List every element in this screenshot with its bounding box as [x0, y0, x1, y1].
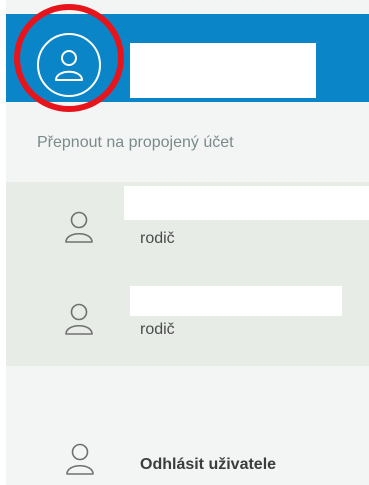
linked-account-role: rodič [140, 230, 175, 247]
switch-account-label: Přepnout na propojený účet [37, 134, 234, 151]
linked-accounts-list: rodič rodič [6, 182, 369, 366]
linked-account-item[interactable]: rodič [6, 182, 369, 274]
user-icon [66, 443, 94, 475]
linked-account-name [124, 186, 369, 220]
logout-button[interactable]: Odhlásit uživatele [6, 430, 369, 485]
user-icon [55, 50, 83, 81]
linked-account-name [130, 286, 342, 316]
user-icon [65, 303, 93, 335]
account-header [6, 14, 369, 102]
logout-label: Odhlásit uživatele [140, 456, 277, 473]
current-user-name [130, 43, 316, 98]
current-user-avatar[interactable] [37, 33, 101, 97]
linked-account-role: rodič [140, 321, 175, 338]
linked-account-item[interactable]: rodič [6, 274, 369, 366]
account-menu-panel: Přepnout na propojený účet rodič rodič O… [6, 0, 369, 485]
user-icon [65, 211, 93, 243]
